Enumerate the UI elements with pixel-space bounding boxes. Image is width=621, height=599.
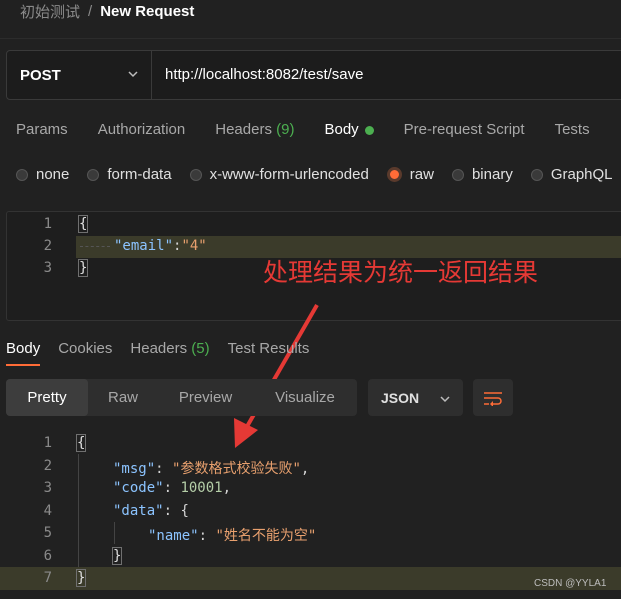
divider: [0, 38, 621, 39]
json-key: "msg": [113, 460, 156, 477]
line-number: 3: [43, 480, 52, 496]
tab-headers-count: (9): [276, 121, 295, 138]
code-line: "msg": "参数格式校验失败",: [113, 458, 309, 478]
line-number: 3: [43, 260, 52, 276]
tab-params[interactable]: Params: [16, 121, 68, 138]
request-title[interactable]: New Request: [100, 3, 194, 20]
code-brace: {: [75, 434, 87, 452]
radio-label: GraphQL: [550, 166, 613, 183]
json-key: "code": [113, 480, 164, 496]
radio-binary[interactable]: binary: [451, 166, 513, 183]
format-select[interactable]: JSON: [368, 379, 463, 416]
line-number: 4: [43, 502, 52, 519]
radio-raw[interactable]: raw: [386, 166, 434, 183]
radio-label: x-www-form-urlencoded: [209, 166, 369, 183]
indent-guide: [114, 522, 115, 544]
code-brace: {: [77, 215, 89, 233]
view-raw-button[interactable]: Raw: [88, 379, 158, 416]
radio-circle: [451, 168, 464, 181]
res-tab-headers-count: (5): [191, 340, 210, 357]
line-number: 1: [43, 435, 52, 451]
radio-circle-selected: [386, 167, 402, 182]
radio-x-www-form-urlencoded[interactable]: x-www-form-urlencoded: [189, 166, 369, 183]
code-line: "data": {: [113, 503, 189, 519]
json-colon: :: [163, 502, 181, 519]
tab-authorization[interactable]: Authorization: [98, 121, 186, 138]
indent-marker: [80, 246, 110, 247]
breadcrumb-collection[interactable]: 初始测试: [20, 1, 80, 22]
response-tabs: Body Cookies Headers (5) Test Results: [6, 340, 327, 366]
code-line: "email":"4": [114, 238, 207, 254]
line-number: 7: [43, 570, 52, 586]
tab-tests[interactable]: Tests: [555, 121, 590, 138]
json-colon: :: [198, 528, 216, 544]
json-comma: ,: [300, 460, 310, 477]
line-number: 2: [43, 457, 52, 474]
json-key: "data": [113, 502, 164, 519]
json-comma: ,: [222, 480, 232, 496]
json-value: "4": [181, 238, 207, 254]
tab-pre-request-script[interactable]: Pre-request Script: [404, 121, 525, 138]
json-number: 10001: [180, 480, 223, 496]
chevron-down-icon: [128, 71, 138, 78]
tab-body[interactable]: Body: [324, 121, 374, 138]
json-value: "参数格式校验失败": [172, 460, 301, 477]
tab-body-label: Body: [324, 121, 359, 138]
view-mode-group: Pretty Raw Preview Visualize: [6, 379, 357, 416]
json-colon: :: [163, 480, 181, 496]
json-key: "email": [114, 238, 174, 254]
radio-circle: [189, 168, 202, 181]
code-brace: }: [77, 259, 89, 277]
annotation-text: 处理结果为统一返回结果: [263, 259, 539, 287]
watermark: CSDN @YYLA1: [534, 578, 607, 589]
method-select[interactable]: POST: [7, 51, 152, 99]
res-tab-cookies[interactable]: Cookies: [58, 340, 112, 366]
url-input[interactable]: http://localhost:8082/test/save: [165, 66, 363, 83]
json-brace: {: [180, 502, 189, 519]
radio-graphql[interactable]: GraphQL: [530, 166, 613, 183]
code-brace: }: [75, 569, 87, 587]
wrap-lines-button[interactable]: [473, 379, 513, 416]
view-preview-button[interactable]: Preview: [158, 379, 253, 416]
res-tab-test-results[interactable]: Test Results: [228, 340, 310, 366]
res-tab-body[interactable]: Body: [6, 340, 41, 366]
line-number: 6: [43, 547, 52, 564]
radio-label: binary: [471, 166, 513, 183]
code-line: "name": "姓名不能为空": [148, 525, 316, 545]
radio-label: raw: [409, 166, 434, 183]
format-value: JSON: [381, 389, 420, 406]
request-tabs: Params Authorization Headers (9) Body Pr…: [16, 121, 620, 138]
tab-headers[interactable]: Headers (9): [215, 121, 294, 138]
code-line: "code": 10001,: [113, 480, 231, 496]
line-number: 2: [43, 238, 52, 254]
body-indicator-dot: [364, 125, 374, 135]
radio-circle: [530, 168, 543, 181]
json-colon: :: [155, 460, 173, 477]
view-visualize-button[interactable]: Visualize: [253, 379, 357, 416]
breadcrumb: 初始测试 / New Request: [20, 1, 194, 22]
line-number: 1: [43, 216, 52, 232]
code-brace: }: [111, 546, 123, 565]
tab-headers-label: Headers: [215, 121, 272, 138]
json-key: "name": [148, 528, 199, 544]
breadcrumb-separator: /: [88, 3, 93, 20]
radio-circle: [16, 168, 28, 181]
indent-guide: [78, 454, 79, 567]
radio-label: none: [36, 166, 70, 183]
radio-circle: [87, 168, 100, 181]
res-tab-headers[interactable]: Headers (5): [130, 340, 209, 366]
radio-label: form-data: [107, 166, 172, 183]
radio-none[interactable]: none: [16, 166, 69, 183]
method-value: POST: [20, 66, 61, 84]
response-body-viewer[interactable]: 1 { 2 "msg": "参数格式校验失败", 3 "code": 10001…: [0, 432, 621, 590]
view-pretty-button[interactable]: Pretty: [6, 379, 88, 416]
body-type-options: none form-data x-www-form-urlencoded raw…: [16, 166, 621, 183]
res-tab-headers-label: Headers: [130, 340, 188, 357]
line-number: 5: [43, 525, 52, 541]
wrap-lines-icon: [484, 391, 502, 406]
json-value: "姓名不能为空": [215, 528, 317, 544]
radio-form-data[interactable]: form-data: [87, 166, 172, 183]
request-url-bar: POST http://localhost:8082/test/save: [6, 50, 621, 100]
chevron-down-icon: [440, 396, 450, 403]
